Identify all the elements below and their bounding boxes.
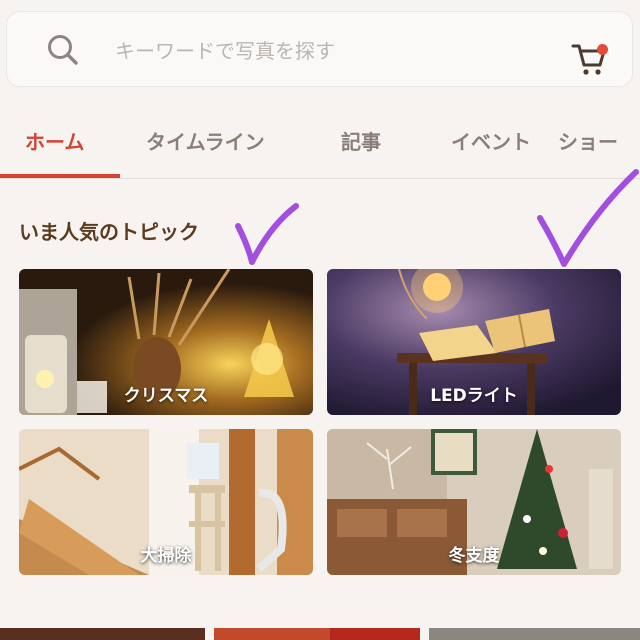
tab-articles[interactable]: 記事 <box>341 126 381 155</box>
topic-card-big-cleaning[interactable]: 大掃除 <box>19 429 313 575</box>
topic-card-winter-prep[interactable]: 冬支度 <box>327 429 621 575</box>
cart-badge <box>597 44 608 55</box>
checkmark-annotation-icon <box>235 203 299 265</box>
tab-timeline[interactable]: タイムライン <box>146 126 265 155</box>
topic-card-christmas[interactable]: クリスマス <box>19 269 313 415</box>
topic-label: 冬支度 <box>448 546 500 566</box>
tab-home[interactable]: ホーム <box>25 126 84 155</box>
tab-events[interactable]: イベント <box>451 126 531 155</box>
topic-label: クリスマス <box>123 386 209 406</box>
checkmark-annotation-icon <box>537 169 639 267</box>
topic-label: 大掃除 <box>140 546 192 566</box>
thumbnail-strip <box>0 628 640 640</box>
search-icon[interactable] <box>45 32 81 68</box>
active-tab-indicator <box>0 174 120 178</box>
search-input[interactable] <box>113 34 537 68</box>
section-title: いま人気のトピック <box>19 220 199 244</box>
tab-show[interactable]: ショー <box>558 126 618 155</box>
topic-label: LEDライト <box>430 386 518 406</box>
topic-card-led-light[interactable]: LEDライト <box>327 269 621 415</box>
search-bar[interactable] <box>6 11 633 87</box>
